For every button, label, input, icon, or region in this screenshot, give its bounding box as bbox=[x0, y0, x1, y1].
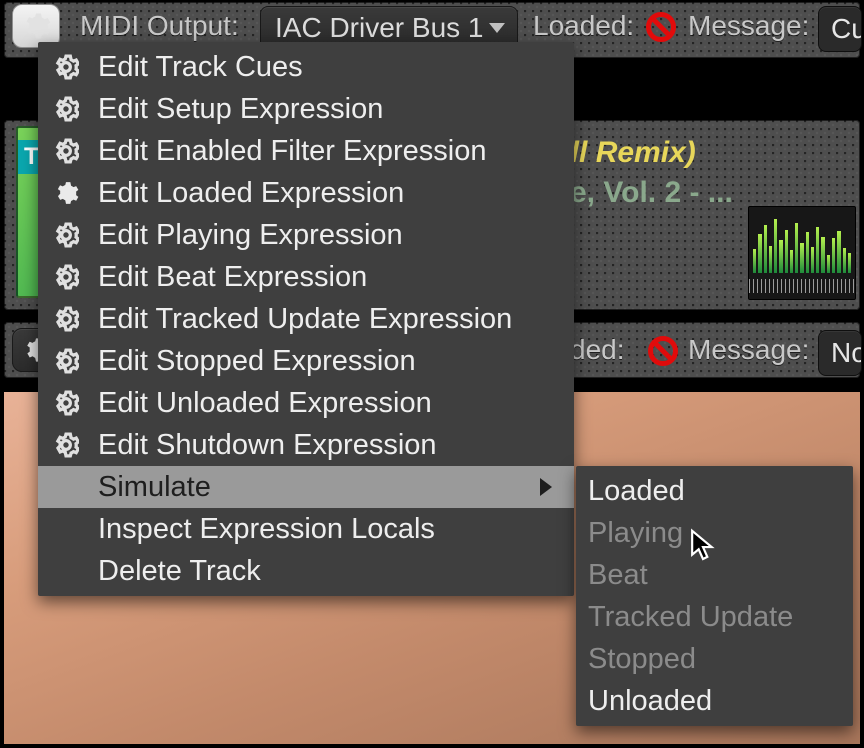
midi-output-label: MIDI Output: bbox=[80, 10, 239, 42]
midi-output-value: IAC Driver Bus 1 bbox=[275, 12, 484, 44]
menu-item-label: Edit Beat Expression bbox=[98, 261, 552, 294]
track-subtitle: fe, Vol. 2 - ... bbox=[560, 176, 733, 210]
menu-item-label: Edit Stopped Expression bbox=[98, 345, 552, 378]
context-menu[interactable]: Edit Track Cues Edit Setup Expression Ed… bbox=[38, 42, 574, 596]
submenu-item-unloaded[interactable]: Unloaded bbox=[576, 680, 853, 722]
menu-item-edit-beat-expression[interactable]: Edit Beat Expression bbox=[38, 256, 574, 298]
submenu-simulate[interactable]: Loaded Playing Beat Tracked Update Stopp… bbox=[576, 466, 853, 726]
menu-item-label: Edit Shutdown Expression bbox=[98, 429, 552, 462]
gear-icon bbox=[50, 261, 82, 293]
gear-icon bbox=[50, 135, 82, 167]
track-title: ell Remix) bbox=[554, 136, 696, 170]
gear-icon bbox=[50, 177, 82, 209]
gear-icon bbox=[50, 345, 82, 377]
menu-item-edit-loaded-expression[interactable]: Edit Loaded Expression bbox=[38, 172, 574, 214]
submenu-item-label: Stopped bbox=[588, 643, 831, 676]
waveform-preview bbox=[748, 206, 856, 300]
menu-item-label: Edit Playing Expression bbox=[98, 219, 552, 252]
menu-item-simulate[interactable]: Simulate bbox=[38, 466, 574, 508]
loaded-no-icon-2 bbox=[648, 336, 678, 366]
loaded-no-icon-1 bbox=[646, 12, 676, 42]
submenu-item-label: Loaded bbox=[588, 475, 831, 508]
menu-item-edit-shutdown-expression[interactable]: Edit Shutdown Expression bbox=[38, 424, 574, 466]
menu-item-label: Delete Track bbox=[98, 555, 552, 588]
menu-item-edit-setup-expression[interactable]: Edit Setup Expression bbox=[38, 88, 574, 130]
menu-item-label: Edit Setup Expression bbox=[98, 93, 552, 126]
menu-item-delete-track[interactable]: Delete Track bbox=[38, 550, 574, 592]
cursor-icon bbox=[690, 528, 716, 564]
menu-item-label: Inspect Expression Locals bbox=[98, 513, 552, 546]
menu-item-label: Simulate bbox=[98, 471, 524, 504]
menu-item-edit-tracked-update-expression[interactable]: Edit Tracked Update Expression bbox=[38, 298, 574, 340]
menu-item-label: Edit Tracked Update Expression bbox=[98, 303, 552, 336]
submenu-item-label: Unloaded bbox=[588, 685, 831, 718]
menu-item-label: Edit Unloaded Expression bbox=[98, 387, 552, 420]
submenu-item-tracked-update: Tracked Update bbox=[576, 596, 853, 638]
menu-item-label: Edit Loaded Expression bbox=[98, 177, 552, 210]
no-icon bbox=[50, 513, 82, 545]
gear-icon bbox=[50, 93, 82, 125]
submenu-item-loaded[interactable]: Loaded bbox=[576, 470, 853, 512]
menu-item-inspect-expression-locals[interactable]: Inspect Expression Locals bbox=[38, 508, 574, 550]
no-icon bbox=[50, 555, 82, 587]
submenu-arrow-icon bbox=[540, 478, 552, 496]
gear-icon bbox=[21, 11, 51, 41]
menu-item-edit-track-cues[interactable]: Edit Track Cues bbox=[38, 46, 574, 88]
menu-item-edit-enabled-filter-expression[interactable]: Edit Enabled Filter Expression bbox=[38, 130, 574, 172]
message-value-1[interactable]: Cu bbox=[818, 6, 862, 52]
menu-item-edit-playing-expression[interactable]: Edit Playing Expression bbox=[38, 214, 574, 256]
gear-icon bbox=[50, 303, 82, 335]
submenu-item-stopped: Stopped bbox=[576, 638, 853, 680]
message-label-2: Message: bbox=[688, 334, 809, 366]
app-window: MIDI Output: IAC Driver Bus 1 Loaded: Me… bbox=[0, 0, 864, 748]
no-icon bbox=[50, 471, 82, 503]
gear-icon bbox=[50, 387, 82, 419]
gear-icon bbox=[50, 51, 82, 83]
menu-item-label: Edit Track Cues bbox=[98, 51, 552, 84]
loaded-label-1: Loaded: bbox=[533, 10, 634, 42]
gear-icon bbox=[50, 219, 82, 251]
message-label-1: Message: bbox=[688, 10, 809, 42]
submenu-item-label: Tracked Update bbox=[588, 601, 831, 634]
message-value-2[interactable]: No bbox=[818, 330, 862, 376]
menu-item-edit-unloaded-expression[interactable]: Edit Unloaded Expression bbox=[38, 382, 574, 424]
menu-item-edit-stopped-expression[interactable]: Edit Stopped Expression bbox=[38, 340, 574, 382]
loaded-label-2: ded: bbox=[570, 334, 625, 366]
gear-icon bbox=[50, 429, 82, 461]
menu-item-label: Edit Enabled Filter Expression bbox=[98, 135, 552, 168]
